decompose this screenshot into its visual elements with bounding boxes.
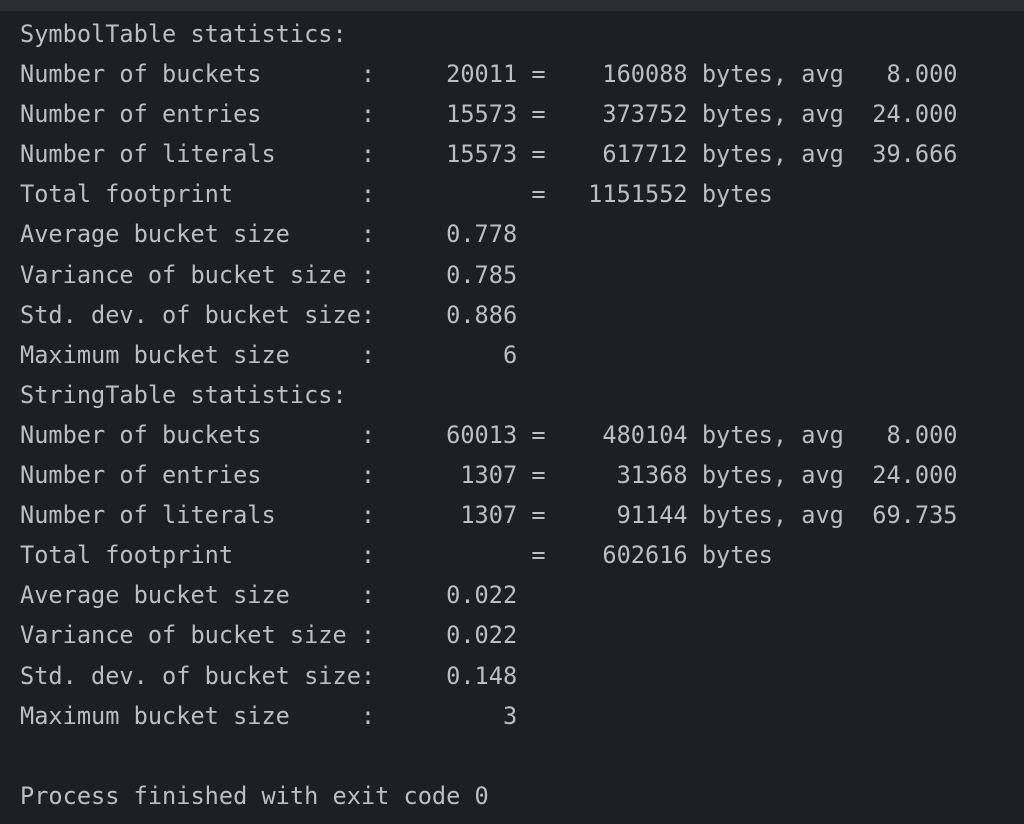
console-line: Std. dev. of bucket size: 0.886 bbox=[20, 300, 518, 329]
console-line: Variance of bucket size : 0.785 bbox=[20, 260, 518, 289]
console-line: Number of literals : 1307 = 91144 bytes,… bbox=[20, 501, 958, 530]
top-toolbar-strip bbox=[0, 0, 1024, 11]
console-line: Process finished with exit code 0 bbox=[20, 781, 489, 810]
console-line: Number of entries : 15573 = 373752 bytes… bbox=[20, 100, 958, 129]
console-line: Average bucket size : 0.022 bbox=[20, 581, 518, 610]
console-line: Maximum bucket size : 6 bbox=[20, 340, 518, 369]
console-line: Total footprint : = 1151552 bytes bbox=[20, 180, 773, 209]
console-line: Average bucket size : 0.778 bbox=[20, 220, 518, 249]
console-line: Number of buckets : 20011 = 160088 bytes… bbox=[20, 60, 958, 89]
console-line: Std. dev. of bucket size: 0.148 bbox=[20, 661, 518, 690]
console-line: SymbolTable statistics: bbox=[20, 20, 347, 48]
console-line: Number of entries : 1307 = 31368 bytes, … bbox=[20, 461, 958, 490]
console-line: Variance of bucket size : 0.022 bbox=[20, 621, 518, 650]
console-line: StringTable statistics: bbox=[20, 380, 347, 409]
console-line: Maximum bucket size : 3 bbox=[20, 701, 518, 730]
console-line: Number of literals : 15573 = 617712 byte… bbox=[20, 140, 958, 169]
console-line: Total footprint : = 602616 bytes bbox=[20, 541, 773, 570]
console-output[interactable]: SymbolTable statistics: Number of bucket… bbox=[0, 14, 1024, 814]
console-line: Number of buckets : 60013 = 480104 bytes… bbox=[20, 420, 958, 449]
